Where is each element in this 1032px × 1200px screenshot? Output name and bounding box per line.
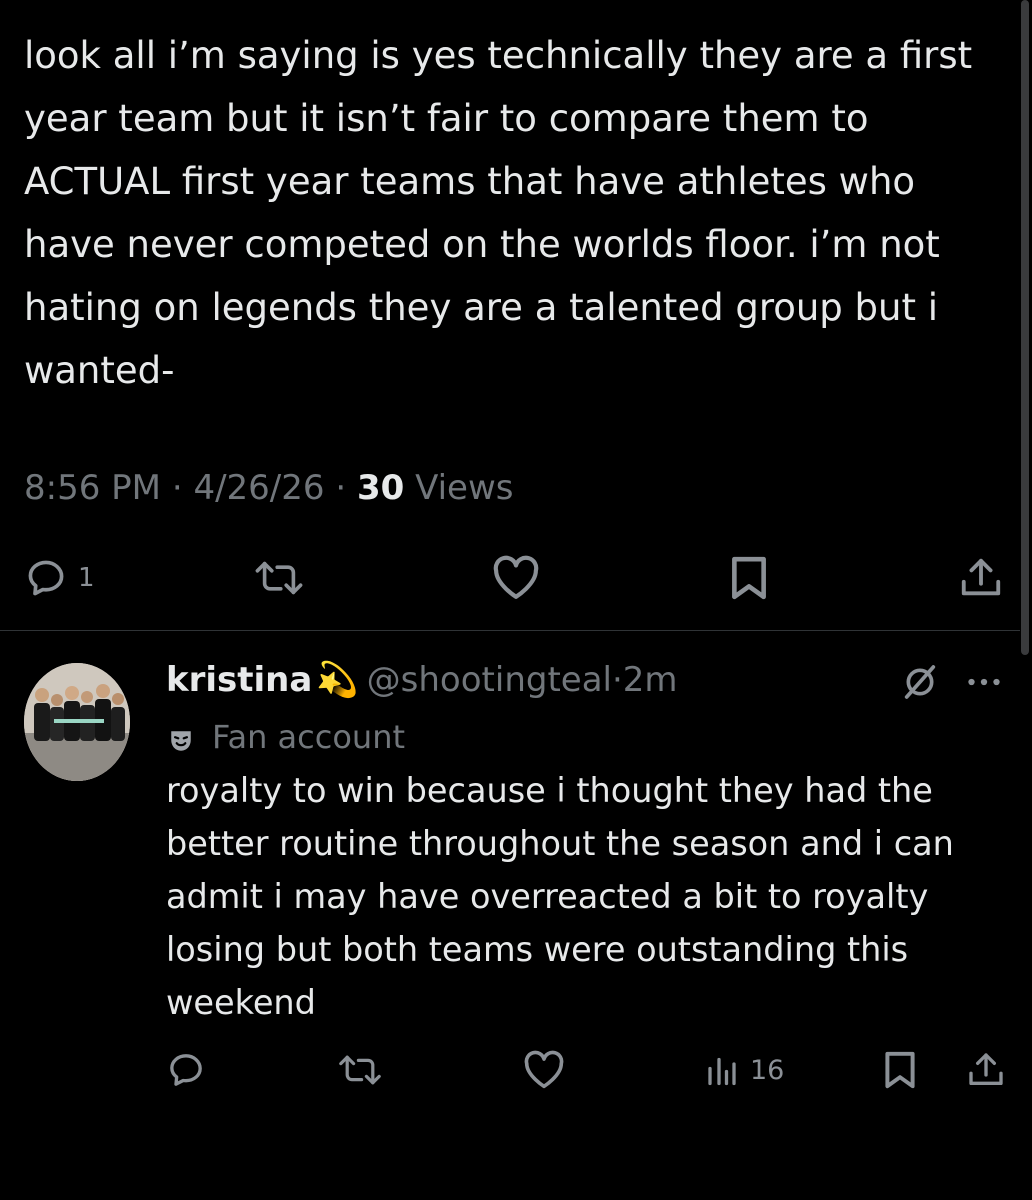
bookmark-button[interactable] — [882, 1046, 918, 1094]
share-icon — [958, 555, 1004, 601]
tweet-time[interactable]: 8:56 PM — [24, 468, 161, 508]
retweet-button[interactable] — [336, 1046, 384, 1094]
reply-button[interactable]: 1 — [24, 550, 95, 606]
meta-separator: · — [611, 660, 623, 700]
views-count: 16 — [750, 1054, 785, 1086]
divider — [0, 630, 1020, 631]
reply-text: royalty to win because i thought they ha… — [166, 771, 954, 1022]
like-button[interactable] — [490, 550, 542, 606]
main-tweet: look all i’m saying is yes technically t… — [24, 24, 1014, 402]
views-label: Views — [415, 468, 514, 508]
tweet-date[interactable]: 4/26/26 — [193, 468, 324, 508]
retweet-button[interactable] — [252, 550, 306, 606]
avatar[interactable] — [24, 663, 130, 781]
label-text: Fan account — [212, 718, 406, 756]
views-icon — [704, 1052, 740, 1088]
heart-icon — [490, 555, 542, 601]
reply-time[interactable]: 2m — [623, 660, 678, 700]
display-name[interactable]: kristina — [166, 660, 312, 700]
share-button[interactable] — [958, 550, 1004, 606]
heart-icon — [522, 1050, 566, 1090]
meta-separator: · — [171, 468, 183, 508]
tweet-action-bar: 1 — [24, 550, 1008, 606]
reply-header: kristina 💫 @shootingteal · 2m — [166, 656, 678, 704]
reply-icon — [166, 1050, 206, 1090]
bookmark-button[interactable] — [728, 550, 770, 606]
like-button[interactable] — [522, 1046, 566, 1094]
more-icon[interactable] — [964, 662, 1004, 706]
share-button[interactable] — [966, 1046, 1006, 1094]
theater-mask-icon — [168, 724, 194, 751]
reply-count: 1 — [78, 563, 95, 593]
reply-button[interactable] — [166, 1046, 206, 1094]
share-icon — [966, 1050, 1006, 1090]
retweet-icon — [336, 1050, 384, 1090]
user-handle[interactable]: @shootingteal — [367, 660, 612, 700]
account-label: Fan account — [166, 714, 405, 760]
retweet-icon — [252, 556, 306, 600]
bookmark-icon — [882, 1050, 918, 1090]
reply-icon — [24, 556, 68, 600]
scrollbar[interactable] — [1021, 0, 1029, 655]
reply-action-bar: 16 — [166, 1046, 1008, 1094]
grok-icon[interactable] — [900, 662, 940, 706]
views-button[interactable]: 16 — [704, 1046, 784, 1094]
views-count: 30 — [356, 468, 405, 508]
tweet-meta: 8:56 PM · 4/26/26 · 30 Views — [24, 466, 514, 510]
bookmark-icon — [728, 555, 770, 601]
dizzy-star-icon: 💫 — [316, 660, 359, 700]
meta-separator: · — [335, 468, 347, 508]
main-tweet-text: look all i’m saying is yes technically t… — [24, 34, 973, 392]
